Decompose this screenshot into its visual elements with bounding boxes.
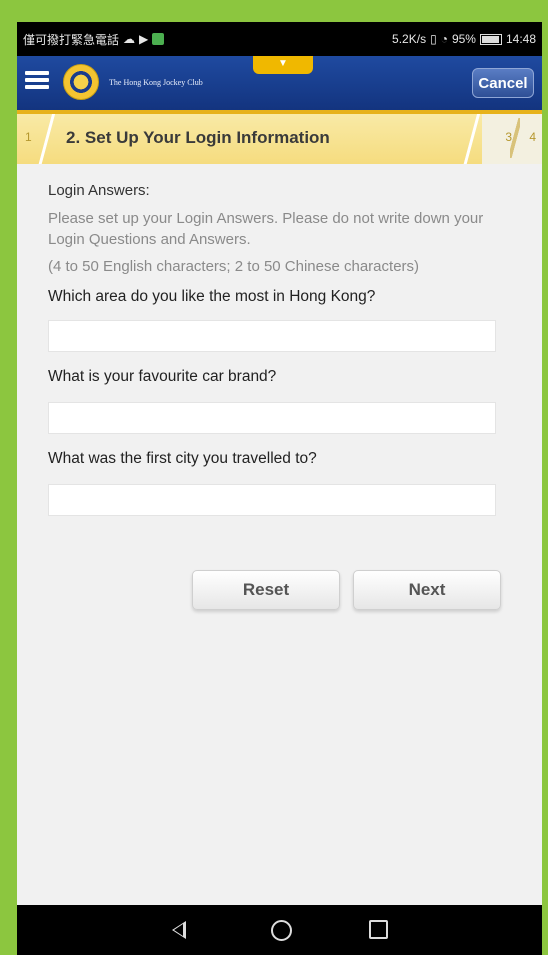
back-icon[interactable] — [172, 921, 186, 939]
recent-apps-icon[interactable] — [369, 920, 388, 939]
battery-icon — [479, 33, 502, 45]
step-divider — [456, 114, 486, 164]
carrier-text: 僅可撥打緊急電話 — [23, 32, 120, 47]
play-icon: ▶ — [139, 32, 149, 46]
question-label-first-city: What was the first city you travelled to… — [48, 450, 317, 467]
jockey-club-logo — [63, 64, 99, 100]
current-step-title: 2. Set Up Your Login Information — [66, 128, 330, 147]
phone-screen: 僅可撥打緊急電話 ☁ ▶ 5.2K/s ▯ ◔ 95% 14:48 The Ho… — [17, 22, 542, 955]
next-button[interactable]: Next — [353, 570, 501, 610]
vibrate-icon: ▯ — [430, 32, 437, 46]
home-icon[interactable] — [271, 920, 292, 941]
help-text: Please set up your Login Answers. Please… — [48, 210, 484, 248]
chevron-down-icon: ▼ — [278, 58, 288, 69]
battery-percent: 95% — [451, 32, 476, 46]
status-bar: 僅可撥打緊急電話 ☁ ▶ 5.2K/s ▯ ◔ 95% 14:48 — [17, 22, 542, 56]
network-speed: 5.2K/s — [392, 32, 427, 46]
cancel-button[interactable]: Cancel — [472, 68, 534, 98]
green-frame-left — [0, 0, 17, 955]
app-notification-icon — [152, 33, 165, 45]
character-hint: (4 to 50 English characters; 2 to 50 Chi… — [48, 258, 420, 275]
answer-field-area[interactable] — [48, 320, 496, 352]
pull-down-tab[interactable]: ▼ — [253, 56, 313, 74]
reset-button[interactable]: Reset — [192, 570, 340, 610]
android-nav-bar — [17, 905, 542, 955]
step-progress-bar: 1 2. Set Up Your Login Information 3 4 — [17, 114, 542, 164]
section-label: Login Answers: — [48, 182, 150, 199]
clock: 14:48 — [505, 32, 536, 46]
club-name: The Hong Kong Jockey Club — [109, 78, 203, 87]
step-divider — [31, 114, 61, 164]
cloud-icon: ☁ — [123, 32, 136, 46]
answer-field-car-brand[interactable] — [48, 402, 496, 434]
menu-icon[interactable] — [25, 68, 49, 94]
login-answers-form: Login Answers: Please set up your Login … — [17, 164, 542, 884]
question-label-area: Which area do you like the most in Hong … — [48, 288, 376, 305]
green-frame-top — [0, 0, 548, 22]
green-frame-right — [542, 0, 548, 955]
wifi-icon: ◔ — [440, 32, 448, 46]
question-label-car-brand: What is your favourite car brand? — [48, 368, 277, 385]
step-4: 4 — [529, 130, 536, 144]
step-divider — [510, 118, 520, 158]
answer-field-first-city[interactable] — [48, 484, 496, 516]
app-header: The Hong Kong Jockey Club ▼ Cancel — [17, 56, 542, 114]
